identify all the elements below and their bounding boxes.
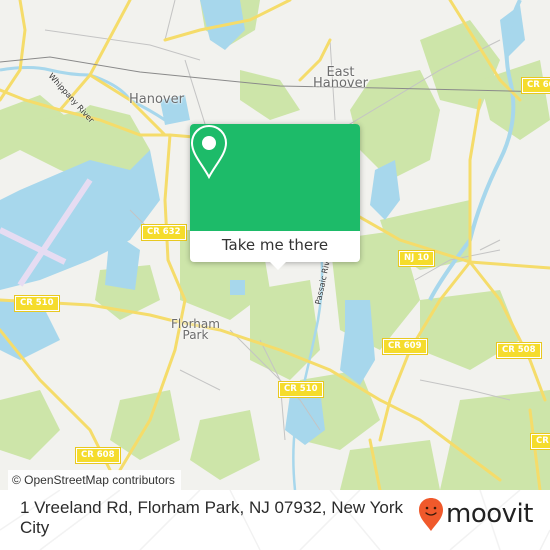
road-shield-cr-608: CR 608 [75,447,121,464]
road-shield-cr-508: CR 508 [496,342,542,359]
footer: 1 Vreeland Rd, Florham Park, NJ 07932, N… [0,490,550,550]
place-label-east-hanover: East Hanover [313,65,368,91]
road-shield-cr-510: CR 510 [14,295,60,312]
road-shield-cr-632: CR 632 [141,224,187,241]
road-shield-nj-10: NJ 10 [397,250,436,267]
place-label-hanover: Hanover [129,92,184,107]
road-shield-cr-510: CR 510 [278,381,324,398]
popup-header [190,124,360,231]
moovit-logo[interactable]: moovit [418,496,533,532]
road-shield-cr: CR [530,433,550,450]
map-attribution: © OpenStreetMap contributors [8,470,181,490]
moovit-face-pin-icon [419,498,443,531]
popup-pointer [269,261,287,270]
moovit-wordmark: moovit [446,499,533,529]
take-me-there-button[interactable]: Take me there [190,231,360,262]
map[interactable]: Hanover East Hanover Florham Park Whippa… [0,0,550,490]
road-shield-cr-609: CR 609 [521,77,550,94]
address-text: 1 Vreeland Rd, Florham Park, NJ 07932, N… [20,498,404,537]
location-popup: Take me there [190,124,360,270]
place-label-florham-park: Florham Park [171,317,220,342]
map-pin-icon [190,124,228,179]
road-shield-cr-609: CR 609 [382,338,428,355]
